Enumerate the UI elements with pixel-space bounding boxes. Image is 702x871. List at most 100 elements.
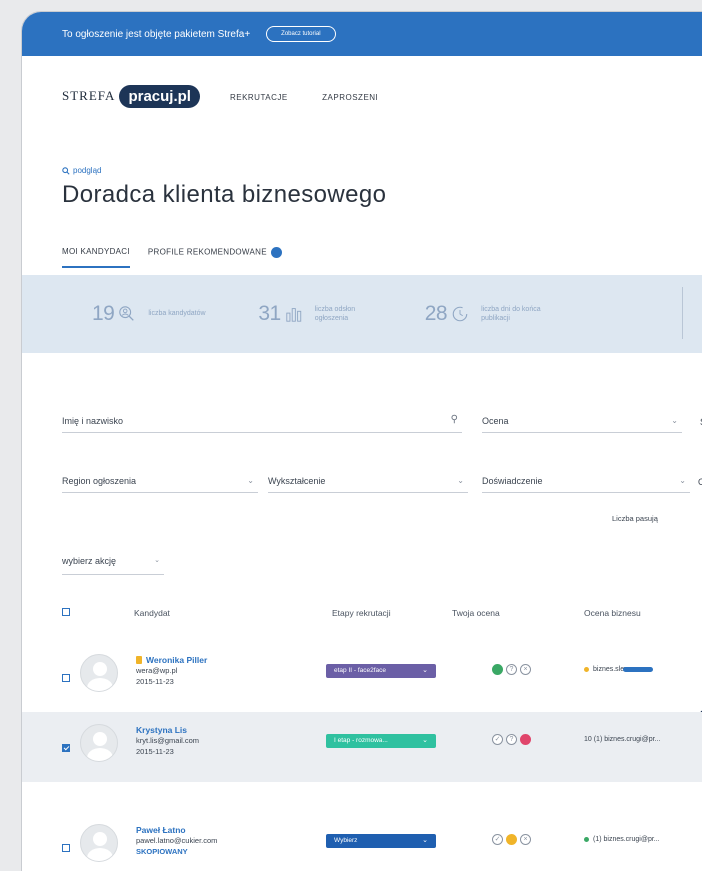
status-dot: [584, 667, 589, 672]
table-row[interactable]: Krystyna Lis kryt.lis@gmail.com 2015-11-…: [22, 712, 702, 782]
avatar: [80, 724, 118, 762]
thumb-up-icon[interactable]: ✓: [492, 834, 503, 845]
col-business-rating[interactable]: Ocena biznesu: [584, 608, 641, 618]
clock-icon: [452, 306, 468, 322]
banner-text: To ogłoszenie jest objęte pakietem Stref…: [62, 28, 251, 40]
chevron-down-icon: ⌄: [247, 476, 254, 485]
tutorial-button[interactable]: Zobacz tutorial: [266, 26, 336, 42]
col-stages[interactable]: Etapy rekrutacji: [332, 608, 391, 618]
candidate-name[interactable]: Paweł Łatno: [136, 824, 217, 836]
copied-label: SKOPIOWANY: [136, 847, 188, 857]
stats-strip: 19 liczba kandydatów 31 liczba odsłon og…: [22, 275, 702, 353]
avatar: [80, 824, 118, 862]
question-icon[interactable]: ?: [506, 664, 517, 675]
candidate-email: pawel.latno@cukier.com: [136, 836, 218, 846]
region-select-value: Region ogłoszenia: [62, 476, 137, 486]
business-rating-text[interactable]: 10 (1) biznes.crugi@pr...: [584, 736, 660, 743]
nav-recruitments[interactable]: REKRUTACJE: [230, 93, 288, 102]
search-icon: [62, 166, 70, 175]
chevron-down-icon: ⌄: [422, 837, 428, 844]
checkbox-box: [62, 608, 70, 616]
tab-badge: [270, 247, 282, 258]
match-count-label: Liczba pasują: [612, 514, 658, 523]
thumb-down-icon[interactable]: ×: [520, 664, 531, 675]
tab-recommended-profiles[interactable]: PROFILE REKOMENDOWANE: [148, 247, 282, 268]
logo-prefix: STREFA: [62, 88, 116, 103]
your-rating: ✓ ?: [492, 734, 531, 745]
thumb-up-icon[interactable]: [492, 664, 503, 675]
education-select-value: Wykształcenie: [268, 476, 326, 486]
experience-select-value: Doświadczenie: [482, 476, 543, 486]
name-search-placeholder: Imię i nazwisko: [62, 416, 124, 426]
tab-my-candidates-label: MOI KANDYDACI: [62, 247, 130, 256]
your-rating: ? ×: [492, 664, 531, 675]
stat-days-left-value: 28: [424, 302, 448, 325]
row-checkbox[interactable]: [62, 669, 70, 687]
table-row[interactable]: Weronika Piller wera@wp.pl 2015-11-23 et…: [22, 642, 702, 718]
stat-views: 31 liczba odsłon ogłoszenia: [258, 302, 376, 326]
business-rating-text[interactable]: (1) biznes.crugi@pr...: [593, 836, 660, 843]
candidate-date: 2015-11-23: [136, 747, 174, 757]
education-select[interactable]: Wykształcenie ⌄: [268, 476, 468, 493]
your-rating: ✓ ×: [492, 834, 531, 845]
business-rating: 10 (1) biznes.crugi@pr...: [584, 736, 660, 743]
chevron-down-icon: ⌄: [671, 416, 678, 425]
row-checkbox[interactable]: [62, 739, 70, 757]
filters: Imię i nazwisko ⚲ Ocena ⌄ St Region ogło…: [62, 407, 702, 493]
stat-candidates: 19 liczba kandydatów: [92, 302, 210, 326]
business-rating: biznes.slew: [584, 666, 654, 673]
page-title: Doradca klienta biznesowego: [62, 181, 387, 208]
chevron-down-icon: ⌄: [422, 667, 428, 674]
chevron-down-icon: ⌄: [679, 476, 686, 485]
table-header: Kandydat Etapy rekrutacji Twoja ocena Oc…: [62, 608, 702, 628]
row-checkbox[interactable]: [62, 839, 70, 857]
business-rating: (1) biznes.crugi@pr...: [584, 836, 660, 843]
col-your-rating[interactable]: Twoja ocena: [452, 608, 500, 618]
bulk-actions-select[interactable]: wybierz akcję ⌄: [62, 556, 164, 575]
stat-views-value: 31: [258, 302, 281, 325]
stage-select[interactable]: etap II - face2face ⌄: [326, 664, 436, 678]
package-banner: To ogłoszenie jest objęte pakietem Stref…: [22, 12, 702, 56]
preview-link[interactable]: podgląd: [62, 166, 702, 175]
other-select-partial-label: O: [698, 477, 702, 487]
region-select[interactable]: Region ogłoszenia ⌄: [62, 476, 258, 493]
candidate-email: wera@wp.pl: [136, 666, 178, 676]
stage-select-value: etap II - face2face: [334, 667, 387, 674]
candidate-name-text: Weronika Piller: [146, 655, 208, 665]
stage-select-value: I etap - rozmowa...: [334, 737, 388, 744]
chevron-down-icon: ⌄: [154, 557, 160, 564]
experience-select[interactable]: Doświadczenie ⌄: [482, 476, 690, 493]
question-icon[interactable]: ?: [506, 734, 517, 745]
candidate-name[interactable]: Weronika Piller: [136, 654, 207, 666]
logo-brand: pracuj.pl: [119, 84, 200, 108]
rating-select[interactable]: Ocena ⌄: [482, 416, 682, 433]
candidate-info: Weronika Piller wera@wp.pl 2015-11-23: [136, 654, 207, 688]
table-row[interactable]: Paweł Łatno pawel.latno@cukier.com SKOPI…: [22, 812, 702, 871]
candidate-info: Krystyna Lis kryt.lis@gmail.com 2015-11-…: [136, 724, 199, 758]
thumb-down-icon[interactable]: ×: [520, 834, 531, 845]
other-select-partial[interactable]: O: [698, 477, 702, 493]
highlight-mark: [623, 667, 654, 672]
logo[interactable]: STREFA pracuj.pl: [62, 84, 200, 108]
thumb-up-icon[interactable]: ✓: [492, 734, 503, 745]
name-search-input[interactable]: Imię i nazwisko ⚲: [62, 414, 462, 433]
thumb-down-icon[interactable]: [520, 734, 531, 745]
stage-select[interactable]: I etap - rozmowa... ⌄: [326, 734, 436, 748]
bulk-actions-label: wybierz akcję: [62, 556, 117, 566]
question-icon[interactable]: [506, 834, 517, 845]
stat-days-left-label: liczba dni do końca publikacji: [481, 305, 541, 322]
search-icon[interactable]: ⚲: [451, 414, 458, 425]
stat-days-left: 28 liczba dni do końca publikacji: [425, 302, 543, 326]
flag-icon: [136, 656, 142, 664]
status-dot: [584, 837, 589, 842]
filter-row-2: Region ogłoszenia ⌄ Wykształcenie ⌄ Dośw…: [62, 467, 702, 493]
candidate-name[interactable]: Krystyna Lis: [136, 724, 199, 736]
checkbox-box: [62, 674, 70, 682]
col-candidate[interactable]: Kandydat: [134, 608, 170, 618]
tab-my-candidates[interactable]: MOI KANDYDACI: [62, 247, 130, 268]
stat-candidates-value: 19: [92, 302, 115, 325]
candidate-date: 2015-11-23: [136, 677, 174, 687]
stage-select[interactable]: Wybierz ⌄: [326, 834, 436, 848]
nav-invited[interactable]: ZAPROSZENI: [322, 93, 378, 102]
chevron-down-icon: ⌄: [457, 476, 464, 485]
